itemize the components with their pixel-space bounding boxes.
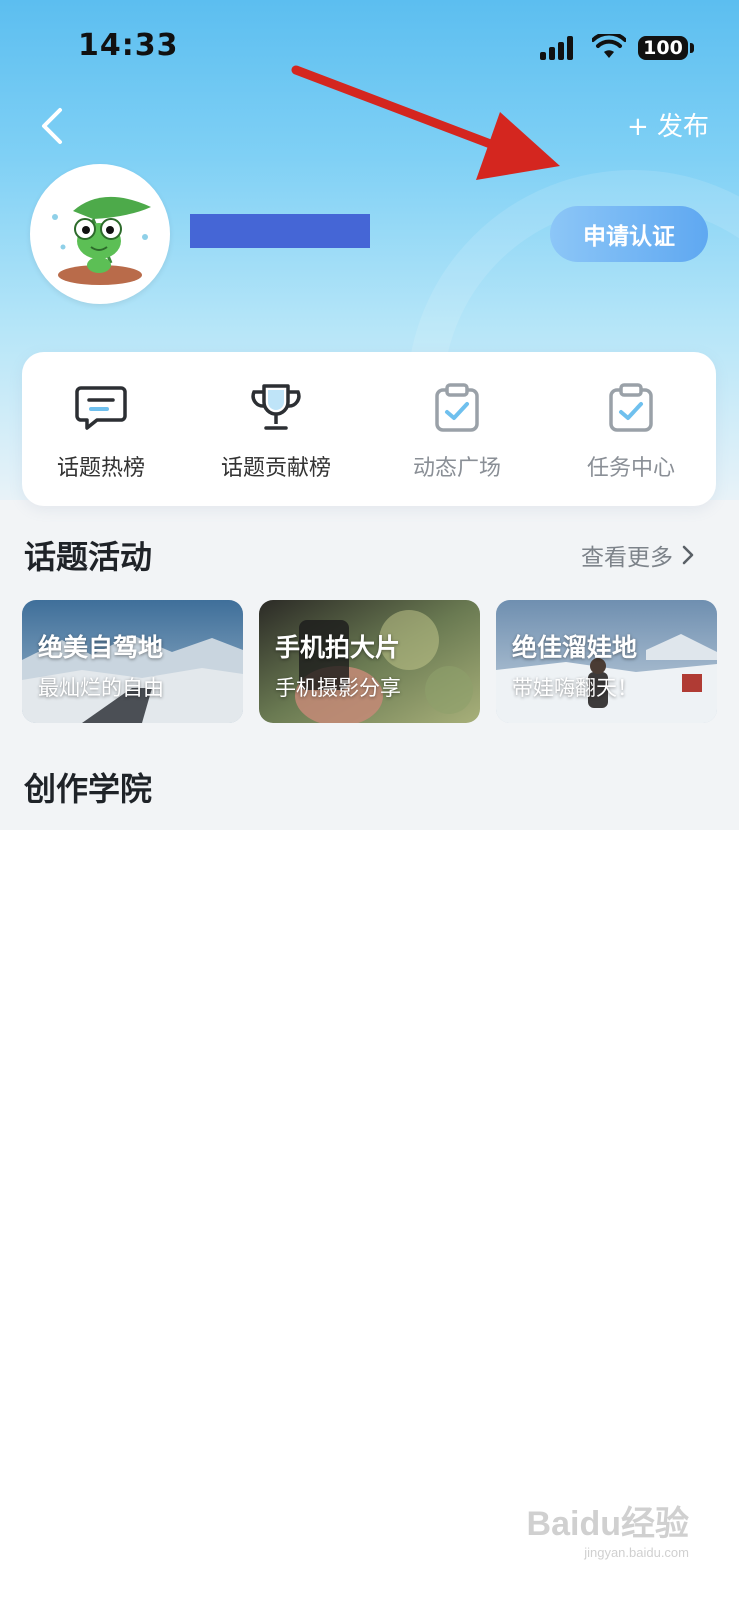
topic-card-subtitle: 手机摄影分享 xyxy=(275,676,401,700)
menu-item-hot-topics[interactable]: 话题热榜 xyxy=(36,352,166,506)
menu-item-contribution-ranking[interactable]: 话题贡献榜 xyxy=(206,352,346,506)
menu-item-label: 动态广场 xyxy=(412,456,501,481)
chevron-right-icon xyxy=(682,545,694,565)
battery-indicator: 100 xyxy=(638,36,688,60)
cellular-signal-icon xyxy=(540,36,574,60)
topics-section-title: 话题活动 xyxy=(24,538,153,576)
baidu-watermark: Baidu经验 jingyan.baidu.com xyxy=(527,1496,689,1560)
menu-item-task-center[interactable]: 任务中心 xyxy=(566,352,696,506)
battery-level: 100 xyxy=(643,37,683,59)
see-more-link[interactable]: 查看更多 xyxy=(581,538,695,572)
topic-card-title: 手机拍大片 xyxy=(275,633,401,662)
page: 14:33 100 + 发布 申请认证 话题热榜 话题贡献榜 动态广场 任务中心… xyxy=(0,0,739,1600)
topic-card-subtitle: 带娃嗨翻天！ xyxy=(512,676,638,700)
menu-item-label: 话题热榜 xyxy=(56,456,145,481)
topic-card-phone-photo[interactable]: 手机拍大片 手机摄影分享 xyxy=(259,600,480,723)
annotation-arrow-icon xyxy=(291,65,560,180)
clipboard-check-icon xyxy=(609,383,653,432)
content-panel xyxy=(8,832,739,1600)
watermark-url: jingyan.baidu.com xyxy=(584,1545,689,1560)
wifi-icon xyxy=(592,34,626,58)
back-button[interactable] xyxy=(36,104,70,148)
clipboard-check-icon xyxy=(435,383,479,432)
quick-menu-card: 话题热榜 话题贡献榜 动态广场 任务中心 xyxy=(22,352,716,506)
status-time: 14:33 xyxy=(78,28,179,63)
topic-card-subtitle: 最灿烂的自由 xyxy=(38,676,164,700)
see-more-label: 查看更多 xyxy=(581,545,673,571)
battery-tip xyxy=(690,43,694,53)
chat-bubble-icon xyxy=(75,386,127,430)
trophy-icon xyxy=(251,384,301,430)
publish-button[interactable]: + 发布 xyxy=(627,106,709,143)
topic-card-family-fun[interactable]: 绝佳溜娃地 带娃嗨翻天！ xyxy=(496,600,717,723)
menu-item-label: 话题贡献榜 xyxy=(220,456,331,481)
publish-label: + 发布 xyxy=(626,112,709,142)
frog-avatar-icon xyxy=(33,167,167,301)
academy-section-title: 创作学院 xyxy=(24,770,153,808)
topic-card-road-trip[interactable]: 绝美自驾地 最灿烂的自由 xyxy=(22,600,243,723)
topic-card-title: 绝美自驾地 xyxy=(38,633,164,662)
menu-item-label: 任务中心 xyxy=(586,456,675,481)
apply-verification-button[interactable]: 申请认证 xyxy=(550,206,708,262)
apply-verification-label: 申请认证 xyxy=(583,224,675,250)
username-redaction xyxy=(190,214,370,248)
menu-item-activity-square[interactable]: 动态广场 xyxy=(392,352,522,506)
topic-card-title: 绝佳溜娃地 xyxy=(512,633,638,662)
watermark-brand: Baidu经验 xyxy=(526,1505,689,1543)
avatar[interactable] xyxy=(30,164,170,304)
